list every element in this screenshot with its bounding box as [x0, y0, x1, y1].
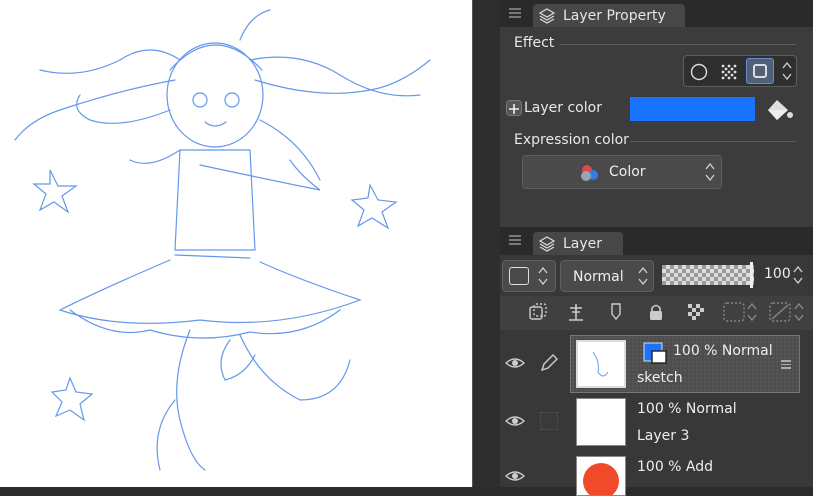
layers-icon [539, 7, 555, 24]
layer-color-badge-icon [643, 342, 667, 364]
layer-thumbnail [576, 398, 626, 446]
red-circle-thumbnail [583, 463, 619, 495]
visibility-eye-icon[interactable] [505, 470, 525, 482]
edit-target-slot[interactable] [540, 412, 558, 430]
effect-divider [560, 44, 796, 45]
layers-icon [539, 235, 555, 252]
ruler-icon[interactable] [768, 300, 806, 324]
mask-icon[interactable] [722, 300, 758, 324]
chevron-updown-icon [705, 162, 715, 182]
add-layer-color-button[interactable] [506, 100, 522, 116]
sketch-artwork [14, 9, 431, 471]
opacity-slider-handle[interactable] [750, 262, 753, 288]
plus-icon [509, 104, 519, 114]
tab-layer[interactable]: Layer [533, 232, 623, 255]
visibility-eye-icon[interactable] [505, 415, 525, 427]
color-balls-icon [581, 165, 598, 181]
panel-gutter [473, 0, 500, 487]
layer-color-label: Layer color [524, 100, 602, 116]
effect-selector[interactable] [683, 55, 797, 87]
layer-name: Layer 3 [637, 428, 690, 444]
layer-opacity-mode: 100 % Normal [637, 401, 737, 417]
square-icon [509, 267, 529, 285]
lock-transparent-icon[interactable] [686, 302, 706, 322]
expression-divider [630, 141, 796, 142]
effect-label: Effect [514, 35, 555, 51]
expression-color-label: Expression color [514, 132, 629, 148]
reference-icon[interactable] [566, 302, 586, 322]
expression-color-select[interactable]: Color [522, 155, 722, 189]
clip-icon[interactable] [528, 302, 548, 322]
layer-thumbnail [576, 456, 626, 496]
opacity-slider[interactable] [662, 265, 754, 285]
draft-icon[interactable] [606, 302, 626, 322]
layer-color-swatch[interactable] [630, 97, 755, 121]
layer-thumbnail [576, 340, 626, 388]
tab-label: Layer [563, 235, 603, 252]
tab-label: Layer Property [563, 7, 666, 24]
circle-outline-icon[interactable] [690, 63, 708, 81]
chevron-updown-icon [538, 266, 548, 286]
pen-edit-icon[interactable] [539, 353, 559, 373]
blend-mode-select[interactable]: Normal [560, 260, 654, 292]
halftone-icon[interactable] [720, 63, 738, 81]
drawing-canvas[interactable] [0, 0, 473, 487]
chevron-updown-icon[interactable] [792, 264, 804, 286]
drag-handle-icon[interactable] [781, 358, 791, 371]
fill-bucket-icon[interactable] [764, 96, 794, 122]
visibility-eye-icon[interactable] [505, 357, 525, 369]
expression-color-value: Color [609, 164, 646, 180]
layer-opacity-mode: 100 % Normal [673, 343, 773, 359]
layer-grip-icon[interactable] [509, 233, 521, 245]
lock-icon[interactable] [646, 302, 666, 322]
border-effect-icon[interactable] [746, 58, 774, 84]
property-grip-icon[interactable] [509, 6, 521, 18]
layer-color-mode-select[interactable] [502, 260, 556, 292]
spinner-icon[interactable] [781, 60, 793, 82]
layer-name: sketch [637, 370, 683, 386]
blend-mode-value: Normal [573, 269, 624, 285]
tab-layer-property[interactable]: Layer Property [533, 4, 685, 27]
opacity-value[interactable]: 100 [764, 266, 791, 282]
chevron-updown-icon [638, 266, 648, 286]
sketch-thumbnail [592, 351, 609, 377]
layer-opacity-mode: 100 % Add [637, 459, 714, 475]
